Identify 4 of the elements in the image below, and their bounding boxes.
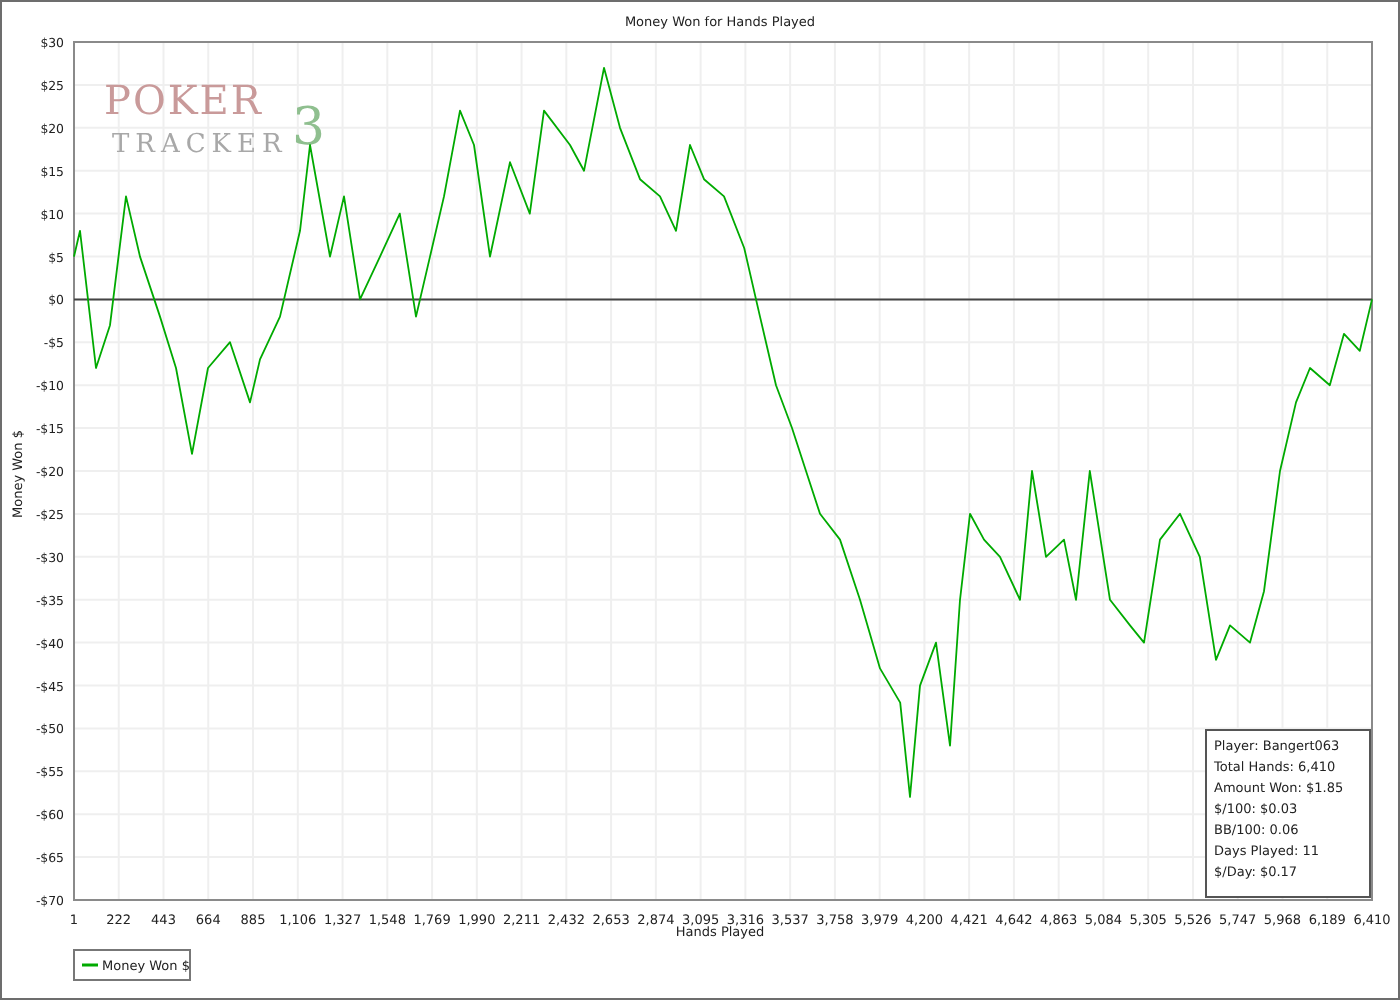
logo-text: 3: [292, 98, 326, 158]
legend-box: [73, 949, 191, 981]
logo-text: TRACKER: [112, 130, 288, 160]
logo-text: POKER: [104, 76, 263, 124]
